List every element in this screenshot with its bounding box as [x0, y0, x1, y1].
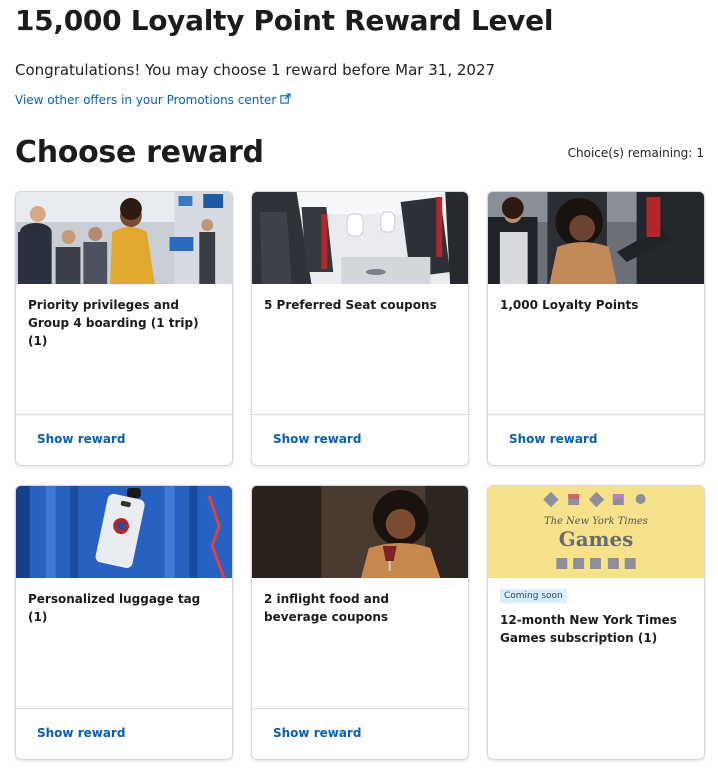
reward-card-nyt-games[interactable]: The New York Times Games Coming soon 12-… [487, 485, 705, 760]
reward-card-loyalty-points[interactable]: 1,000 Loyalty Points Show reward [487, 191, 705, 466]
reward-title: 2 inflight food and beverage coupons [264, 592, 389, 624]
coming-soon-badge: Coming soon [500, 589, 567, 603]
card-divider [16, 414, 232, 415]
reward-title: Priority privileges and Group 4 boarding… [28, 298, 199, 348]
reward-title: 12-month New York Times Games subscripti… [500, 613, 677, 645]
svg-text:The New York Times: The New York Times [544, 516, 648, 527]
choices-remaining: Choice(s) remaining: 1 [568, 146, 704, 160]
cabin-seats-photo [252, 192, 468, 284]
reward-card-luggage-tag[interactable]: Personalized luggage tag (1) Show reward [15, 485, 233, 760]
reward-title: 1,000 Loyalty Points [500, 298, 639, 312]
nyt-games-logo: The New York Times Games [488, 486, 704, 578]
show-reward-button[interactable]: Show reward [273, 432, 361, 446]
show-reward-button[interactable]: Show reward [273, 726, 361, 740]
page-title: 15,000 Loyalty Point Reward Level [15, 4, 554, 37]
reward-title: Personalized luggage tag (1) [28, 592, 201, 624]
inflight-drink-photo [252, 486, 468, 578]
show-reward-button[interactable]: Show reward [37, 432, 125, 446]
congratulations-text: Congratulations! You may choose 1 reward… [15, 61, 496, 79]
svg-text:Games: Games [559, 527, 633, 551]
reward-title: 5 Preferred Seat coupons [264, 298, 437, 312]
reward-card-priority-boarding[interactable]: Priority privileges and Group 4 boarding… [15, 191, 233, 466]
card-divider [252, 708, 468, 709]
boarding-photo [16, 192, 232, 284]
choices-remaining-value: 1 [696, 146, 704, 160]
passenger-photo [488, 192, 704, 284]
luggage-tag-photo [16, 486, 232, 578]
show-reward-button[interactable]: Show reward [509, 432, 597, 446]
section-title: Choose reward [15, 135, 264, 170]
choices-remaining-label: Choice(s) remaining: [567, 146, 693, 160]
card-divider [488, 414, 704, 415]
reward-card-inflight-food[interactable]: 2 inflight food and beverage coupons Sho… [251, 485, 469, 760]
card-divider [16, 708, 232, 709]
promotions-center-link[interactable]: View other offers in your Promotions cen… [15, 93, 291, 107]
reward-card-preferred-seats[interactable]: 5 Preferred Seat coupons Show reward [251, 191, 469, 466]
promotions-link-label: View other offers in your Promotions cen… [15, 93, 277, 107]
show-reward-button[interactable]: Show reward [37, 726, 125, 740]
external-link-icon [280, 93, 291, 107]
card-divider [252, 414, 468, 415]
